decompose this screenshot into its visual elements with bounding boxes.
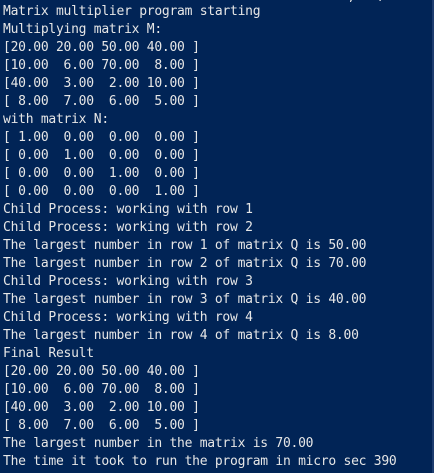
terminal-output: Matrix multiplier program starting Multi… — [3, 3, 397, 471]
output-line-final-row-2: [10.00 6.00 70.00 8.00 ] — [3, 382, 200, 397]
output-line-largest-row-1: The largest number in row 1 of matrix Q … — [3, 238, 367, 253]
output-line-child-row-2: Child Process: working with row 2 — [3, 220, 253, 235]
output-line-program-start: Matrix multiplier program starting — [3, 4, 261, 19]
output-line-matrix-m-row-2: [10.00 6.00 70.00 8.00 ] — [3, 58, 200, 73]
output-line-final-result-header: Final Result — [3, 346, 94, 361]
output-line-final-row-3: [40.00 3.00 2.00 10.00 ] — [3, 400, 200, 415]
output-line-largest-overall: The largest number in the matrix is 70.0… — [3, 436, 314, 451]
output-line-largest-row-4: The largest number in row 4 of matrix Q … — [3, 328, 359, 343]
output-line-matrix-n-header: with matrix N: — [3, 112, 109, 127]
output-line-child-row-3: Child Process: working with row 3 — [3, 274, 253, 289]
output-line-child-row-4: Child Process: working with row 4 — [3, 310, 253, 325]
output-line-largest-row-3: The largest number in row 3 of matrix Q … — [3, 292, 367, 307]
output-line-matrix-m-row-1: [20.00 20.00 50.00 40.00 ] — [3, 40, 200, 55]
output-line-final-row-1: [20.00 20.00 50.00 40.00 ] — [3, 364, 200, 379]
output-line-matrix-m-row-3: [40.00 3.00 2.00 10.00 ] — [3, 76, 200, 91]
output-line-matrix-n-row-2: [ 0.00 1.00 0.00 0.00 ] — [3, 148, 200, 163]
output-line-matrix-m-row-4: [ 8.00 7.00 6.00 5.00 ] — [3, 94, 200, 109]
output-line-matrix-n-row-4: [ 0.00 0.00 0.00 1.00 ] — [3, 184, 200, 199]
output-line-matrix-n-row-3: [ 0.00 0.00 1.00 0.00 ] — [3, 166, 200, 181]
output-line-matrix-n-row-1: [ 1.00 0.00 0.00 0.00 ] — [3, 130, 200, 145]
output-line-run-time: The time it took to run the program in m… — [3, 454, 397, 469]
terminal-window[interactable]: # , / Matrix multiplier program starting… — [0, 0, 434, 473]
output-line-largest-row-2: The largest number in row 2 of matrix Q … — [3, 256, 367, 271]
output-line-matrix-m-header: Multiplying matrix M: — [3, 22, 162, 37]
output-line-child-row-1: Child Process: working with row 1 — [3, 202, 253, 217]
output-line-final-row-4: [ 8.00 7.00 6.00 5.00 ] — [3, 418, 200, 433]
